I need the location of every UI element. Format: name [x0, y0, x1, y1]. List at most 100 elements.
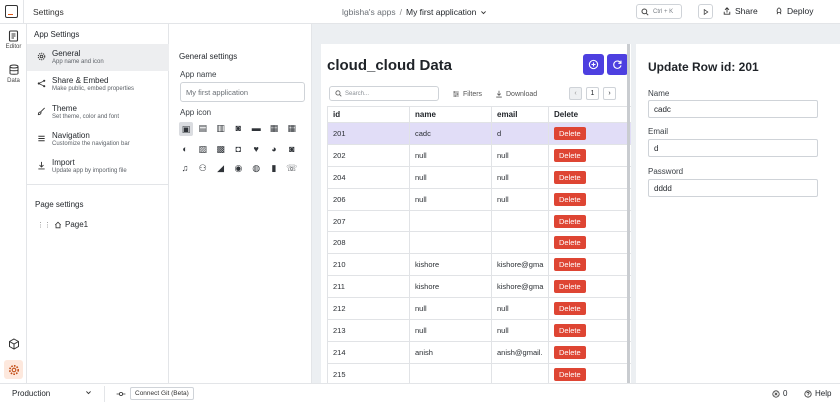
- error-counter[interactable]: 0: [772, 389, 787, 398]
- delete-button[interactable]: Delete: [554, 280, 586, 294]
- column-header-name[interactable]: name: [409, 106, 492, 123]
- column-header-delete[interactable]: Delete: [548, 106, 631, 123]
- column-header-email[interactable]: email: [491, 106, 549, 123]
- phone-icon[interactable]: ☏: [286, 162, 298, 174]
- music-icon[interactable]: ♫: [179, 162, 191, 174]
- refresh-button[interactable]: [607, 54, 628, 75]
- search-icon: [335, 90, 342, 97]
- delete-button[interactable]: Delete: [554, 148, 586, 162]
- download-icon: [496, 90, 502, 98]
- rail-settings[interactable]: [4, 360, 23, 379]
- add-row-button[interactable]: [583, 54, 604, 75]
- cell-email: null: [491, 297, 549, 321]
- settings-item-theme[interactable]: Theme Set theme, color and font: [27, 99, 169, 126]
- table-row[interactable]: 211 kishore kishore@gma Delete: [327, 275, 631, 299]
- git-connect: Connect Git (Beta): [116, 387, 194, 400]
- app-name-dropdown[interactable]: My first application: [406, 7, 476, 17]
- filters-button[interactable]: Filters: [452, 90, 482, 98]
- globe-icon[interactable]: ◐: [179, 143, 191, 155]
- train-icon[interactable]: ▮: [268, 162, 280, 174]
- download-button[interactable]: Download: [495, 90, 537, 98]
- settings-item-title: Navigation: [52, 131, 90, 140]
- table-row[interactable]: 215 Delete: [327, 362, 631, 383]
- table-row[interactable]: 204 null null Delete: [327, 165, 631, 189]
- cell-name: cadc: [409, 122, 492, 145]
- cell-name: null: [409, 319, 492, 342]
- password-input[interactable]: [648, 179, 818, 197]
- basketball-icon[interactable]: ◍: [250, 162, 262, 174]
- book-icon[interactable]: ▥: [215, 122, 227, 134]
- calendar-icon[interactable]: ▦: [286, 122, 298, 134]
- folder-icon[interactable]: ▬: [250, 122, 262, 134]
- chevron-down-icon[interactable]: [480, 9, 487, 16]
- prev-page-button[interactable]: ‹: [569, 87, 582, 100]
- app-name-input[interactable]: [180, 82, 305, 102]
- table-row[interactable]: 210 kishore kishore@gma Delete: [327, 253, 631, 277]
- settings-item-navigation[interactable]: Navigation Customize the navigation bar: [27, 126, 169, 153]
- environment-select[interactable]: Production: [12, 389, 92, 398]
- appsmith-logo[interactable]: [0, 0, 24, 24]
- bicycle-icon[interactable]: ⚇: [197, 162, 209, 174]
- table-row[interactable]: 212 null null Delete: [327, 297, 631, 321]
- delete-button[interactable]: Delete: [554, 192, 586, 206]
- brush-icon: [37, 107, 45, 116]
- next-page-button[interactable]: ›: [603, 87, 616, 100]
- page-item-page1[interactable]: ⋮⋮ Page1: [37, 220, 88, 229]
- inbox-icon[interactable]: ▤: [197, 122, 209, 134]
- share-button[interactable]: Share: [723, 6, 758, 16]
- filters-label: Filters: [463, 90, 483, 98]
- settings-item-share-embed[interactable]: Share & Embed Make public, embed propert…: [27, 71, 169, 98]
- delete-button[interactable]: Delete: [554, 214, 586, 228]
- general-settings-title: General settings: [179, 52, 238, 61]
- settings-item-subtitle: Customize the navigation bar: [52, 141, 130, 147]
- cell-email: [491, 231, 549, 255]
- delete-button[interactable]: Delete: [554, 302, 586, 316]
- settings-item-import[interactable]: Import Update app by importing file: [27, 153, 169, 180]
- deploy-button[interactable]: Deploy: [775, 6, 813, 16]
- bag-icon[interactable]: ◘: [232, 143, 244, 155]
- heart-icon[interactable]: ♥: [250, 143, 262, 155]
- rail-data[interactable]: Data: [0, 64, 27, 84]
- table-row[interactable]: 208 Delete: [327, 231, 631, 255]
- omnibar-search-button[interactable]: Ctrl + K: [636, 4, 682, 19]
- table-row[interactable]: 202 null null Delete: [327, 143, 631, 167]
- delete-button[interactable]: Delete: [554, 258, 586, 272]
- table-row[interactable]: 206 null null Delete: [327, 187, 631, 211]
- alien-icon[interactable]: ◕: [268, 143, 280, 155]
- bus-icon[interactable]: ▣: [179, 122, 193, 136]
- table-row[interactable]: 214 anish anish@gmail. Delete: [327, 340, 631, 364]
- name-input[interactable]: [648, 100, 818, 118]
- chart-icon[interactable]: ▩: [215, 143, 227, 155]
- settings-item-general[interactable]: General App name and icon: [27, 44, 169, 71]
- workspace-link[interactable]: lgbisha's apps: [342, 7, 396, 17]
- table-search-input[interactable]: Search...: [329, 86, 439, 101]
- column-header-id[interactable]: id: [327, 106, 410, 123]
- settings-item-title: General: [52, 49, 81, 58]
- delete-button[interactable]: Delete: [554, 170, 586, 184]
- preview-button[interactable]: [698, 4, 713, 19]
- table-row[interactable]: 213 null null Delete: [327, 319, 631, 342]
- email-input[interactable]: [648, 139, 818, 157]
- table-scrollbar[interactable]: [627, 44, 630, 383]
- table-row[interactable]: 201 cadc d Delete: [327, 122, 631, 145]
- rail-editor[interactable]: Editor: [0, 30, 27, 50]
- rail-packages[interactable]: [4, 334, 23, 353]
- delete-button[interactable]: Delete: [554, 126, 586, 140]
- connect-git-button[interactable]: Connect Git (Beta): [130, 387, 194, 400]
- delete-button[interactable]: Delete: [554, 367, 586, 381]
- page-number: 1: [586, 87, 599, 100]
- camera-icon[interactable]: ◙: [232, 122, 244, 134]
- delete-button[interactable]: Delete: [554, 236, 586, 250]
- delete-button[interactable]: Delete: [554, 345, 586, 359]
- drag-handle-icon[interactable]: ⋮⋮: [37, 221, 51, 229]
- disc-icon[interactable]: ◉: [232, 162, 244, 174]
- image-icon[interactable]: ▨: [197, 143, 209, 155]
- table-row[interactable]: 207 Delete: [327, 209, 631, 233]
- camera-alt-icon[interactable]: ◙: [286, 143, 298, 155]
- message-icon[interactable]: ▦: [268, 122, 280, 134]
- delete-button[interactable]: Delete: [554, 323, 586, 337]
- cell-name: null: [409, 143, 492, 167]
- rocket-icon[interactable]: ◢: [215, 162, 227, 174]
- cell-name: null: [409, 187, 492, 211]
- help-button[interactable]: Help: [804, 389, 831, 398]
